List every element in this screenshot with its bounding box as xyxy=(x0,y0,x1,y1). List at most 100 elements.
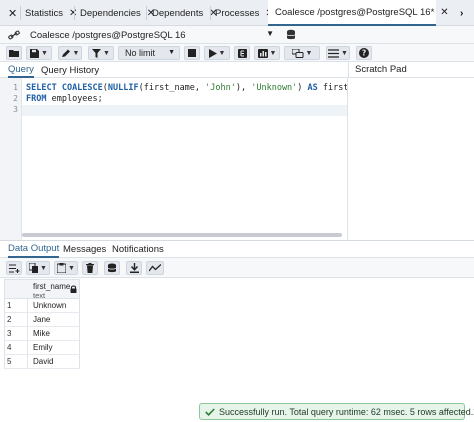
close-icon[interactable]: ✕ xyxy=(8,7,17,20)
editor-horizontal-scrollbar[interactable] xyxy=(22,233,342,237)
editor-tabs: Query Query History xyxy=(0,62,348,78)
scratch-pad-header[interactable]: Scratch Pad xyxy=(348,62,474,78)
explain-button[interactable] xyxy=(234,46,250,60)
row-limit-label: No limit xyxy=(125,48,156,58)
tab-dependencies[interactable]: Dependencies ✕ xyxy=(80,0,155,26)
row-number: 5 xyxy=(7,357,12,366)
execute-button[interactable]: ▼ xyxy=(204,46,230,60)
filter-button[interactable]: ▼ xyxy=(88,46,114,60)
status-notification: Successfully run. Total query runtime: 6… xyxy=(199,403,474,420)
sql-string: 'John' xyxy=(205,83,236,93)
tab-label: Notifications xyxy=(112,244,164,255)
help-button[interactable]: ? xyxy=(356,46,372,60)
new-connection-button[interactable] xyxy=(282,27,300,43)
row-separator xyxy=(27,299,28,313)
tab-processes[interactable]: Processes ✕ xyxy=(215,0,274,26)
stop-button[interactable] xyxy=(184,46,200,60)
tab-label: Coalesce /postgres@PostgreSQL 16* xyxy=(275,6,435,18)
paste-button[interactable]: ▼ xyxy=(54,261,78,275)
row-number: 3 xyxy=(7,329,12,338)
column-header[interactable]: first_name text xyxy=(4,279,80,300)
connection-status-button[interactable] xyxy=(6,28,22,42)
tab-messages[interactable]: Messages xyxy=(63,241,106,258)
save-data-button[interactable] xyxy=(104,261,120,275)
row-separator xyxy=(27,355,28,369)
tab-separator xyxy=(20,6,21,20)
tab-separator xyxy=(146,6,147,20)
edit-list-button[interactable]: ▼ xyxy=(326,46,350,60)
tab-dependents[interactable]: Dependents ✕ xyxy=(152,0,218,26)
table-row[interactable]: 2 Jane xyxy=(4,313,80,327)
tab-scroll-right-icon[interactable]: › xyxy=(460,0,463,26)
tab-close-left[interactable]: ✕ xyxy=(8,0,17,26)
sql-text: first_name xyxy=(322,83,348,93)
code-line-current[interactable] xyxy=(22,105,347,116)
sql-keyword: SELECT xyxy=(26,83,62,93)
row-separator xyxy=(27,341,28,355)
sql-string: 'Unknown' xyxy=(251,83,298,93)
tab-query-tool[interactable]: Coalesce /postgres@PostgreSQL 16* ✕ xyxy=(268,0,449,26)
table-cell[interactable]: David xyxy=(33,357,53,366)
svg-text:?: ? xyxy=(362,49,366,58)
connection-select[interactable]: Coalesce /postgres@PostgreSQL 16 ▼ xyxy=(24,27,276,43)
save-data-icon xyxy=(107,263,117,273)
close-icon[interactable]: ✕ xyxy=(440,7,448,18)
graph-visualiser-button[interactable] xyxy=(146,261,164,275)
tab-statistics[interactable]: Statistics ✕ xyxy=(25,0,77,26)
tab-query-history[interactable]: Query History xyxy=(41,62,99,78)
tab-separator xyxy=(74,6,75,20)
table-row[interactable]: 3 Mike xyxy=(4,327,80,341)
save-file-button[interactable]: ▼ xyxy=(26,46,52,60)
database-icon xyxy=(286,29,295,40)
edit-button[interactable]: ▼ xyxy=(58,46,82,60)
code-line[interactable]: FROM employees; xyxy=(26,94,103,105)
chevron-down-icon: ▼ xyxy=(40,264,47,272)
connection-label: Coalesce /postgres@PostgreSQL 16 xyxy=(30,29,186,41)
chevron-down-icon: ▼ xyxy=(269,49,277,57)
sql-text: (first_name, xyxy=(138,83,206,93)
sql-text: employees; xyxy=(46,94,103,104)
download-button[interactable] xyxy=(126,261,142,275)
chevron-down-icon: ▼ xyxy=(168,49,175,56)
status-message: Successfully run. Total query runtime: 6… xyxy=(219,406,474,417)
table-row[interactable]: 1 Unknown xyxy=(4,299,80,313)
link-icon xyxy=(8,30,20,40)
tab-label: Query xyxy=(8,63,34,75)
chevron-down-icon: ▼ xyxy=(41,49,48,57)
chart-icon xyxy=(257,48,268,58)
tab-query[interactable]: Query xyxy=(8,62,34,78)
table-cell[interactable]: Mike xyxy=(33,329,50,338)
tab-label: Data Output xyxy=(8,243,60,254)
row-number: 1 xyxy=(7,301,12,310)
table-row[interactable]: 4 Emily xyxy=(4,341,80,355)
folder-icon xyxy=(9,50,19,57)
play-icon xyxy=(208,48,217,58)
filter-icon xyxy=(92,48,102,58)
table-row[interactable]: 5 David xyxy=(4,355,80,369)
row-limit-select[interactable]: No limit ▼ xyxy=(118,46,180,60)
table-cell[interactable]: Jane xyxy=(33,315,50,324)
tab-separator xyxy=(210,6,211,20)
sql-editor[interactable]: 1 2 3 SELECT COALESCE(NULLIF(first_name,… xyxy=(0,78,348,240)
connection-bar: Coalesce /postgres@PostgreSQL 16 ▼ xyxy=(0,26,474,44)
copy-icon xyxy=(29,263,39,273)
sql-text: ), xyxy=(235,83,252,93)
table-cell[interactable]: Emily xyxy=(33,343,53,352)
tab-label: Messages xyxy=(63,244,107,255)
explain-analyze-button[interactable]: ▼ xyxy=(254,46,280,60)
scratch-pad-area[interactable] xyxy=(348,78,474,240)
delete-button[interactable] xyxy=(82,261,98,275)
tab-notifications[interactable]: Notifications xyxy=(112,241,164,258)
line-number-gutter: 1 2 3 xyxy=(0,78,22,240)
stop-icon xyxy=(188,49,196,57)
code-line[interactable]: SELECT COALESCE(NULLIF(first_name, 'John… xyxy=(26,83,348,94)
open-file-button[interactable] xyxy=(6,46,22,60)
tab-label: Processes xyxy=(215,7,260,19)
sql-keyword: FROM xyxy=(26,94,47,104)
add-row-button[interactable] xyxy=(6,261,22,275)
tab-data-output[interactable]: Data Output xyxy=(8,241,60,258)
copy-button[interactable]: ▼ xyxy=(26,261,50,275)
table-cell[interactable]: Unknown xyxy=(33,301,66,310)
macros-button[interactable]: ▼ xyxy=(284,46,320,60)
chevron-down-icon: ▼ xyxy=(218,49,226,57)
